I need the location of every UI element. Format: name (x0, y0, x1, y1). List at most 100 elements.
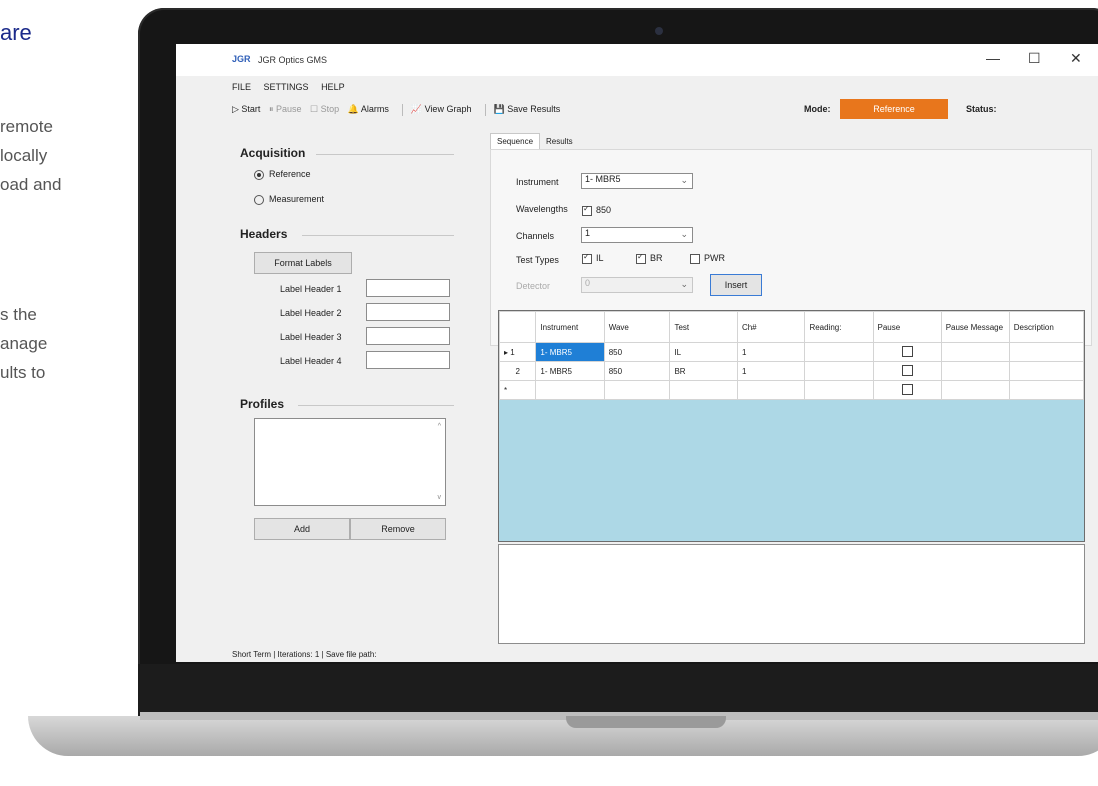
insert-button[interactable]: Insert (710, 274, 762, 296)
column-header[interactable]: Reading: (804, 311, 874, 343)
table-cell[interactable]: 1- MBR5 (535, 342, 605, 362)
table-cell[interactable] (872, 380, 942, 400)
row-header[interactable]: 2 (499, 361, 537, 381)
test-types-label: Test Types (516, 255, 559, 265)
instrument-select[interactable]: 1- MBR5 ⌄ (581, 173, 693, 189)
table-cell[interactable] (804, 380, 874, 400)
checkbox-checked-icon (636, 252, 646, 264)
mode-indicator: Reference (840, 99, 948, 119)
marketing-heading: are (0, 20, 32, 45)
column-header[interactable]: Pause (872, 311, 942, 343)
table-cell[interactable] (940, 361, 1010, 381)
radio-selected-icon (254, 169, 264, 180)
laptop-base (28, 716, 1098, 756)
marketing-line: s the (0, 305, 37, 324)
table-cell[interactable]: 1- MBR5 (535, 361, 605, 381)
maximize-button[interactable]: ☐ (1028, 50, 1041, 67)
app-logo-icon: JGR (232, 54, 251, 64)
pause-checkbox[interactable] (901, 364, 913, 376)
test-type-br-checkbox[interactable]: BR (636, 252, 663, 264)
radio-reference[interactable]: Reference (254, 169, 311, 180)
table-cell[interactable] (940, 342, 1010, 362)
table-cell[interactable] (804, 342, 874, 362)
table-cell[interactable]: 850 (603, 361, 671, 381)
channels-select[interactable]: 1 ⌄ (581, 227, 693, 243)
toolbar: ▷ Start ⏸ Pause ☐ Stop 🔔 Alarms 📈 View G… (232, 104, 566, 116)
remove-profile-button[interactable]: Remove (350, 518, 446, 540)
marketing-line: ults to (0, 363, 46, 382)
scroll-up-icon[interactable]: ^ (438, 423, 441, 430)
save-results-button[interactable]: 💾 Save Results (493, 104, 560, 115)
headers-title: Headers (240, 227, 288, 241)
menu-file[interactable]: FILE (232, 82, 251, 92)
table-cell[interactable] (1008, 361, 1084, 381)
divider (302, 235, 454, 236)
table-row[interactable]: 2 1- MBR5 850 BR 1 (499, 361, 1084, 381)
pause-checkbox[interactable] (901, 383, 913, 395)
column-header[interactable]: Test (669, 311, 738, 343)
table-cell[interactable] (669, 380, 738, 400)
tab-sequence[interactable]: Sequence (490, 133, 541, 149)
view-graph-label: View Graph (424, 104, 472, 115)
pause-button[interactable]: ⏸ Pause (269, 104, 302, 115)
view-graph-button[interactable]: 📈 View Graph (411, 104, 472, 115)
table-cell[interactable] (603, 380, 671, 400)
radio-measurement[interactable]: Measurement (254, 194, 324, 205)
output-log[interactable] (498, 544, 1085, 644)
label-header-4-input[interactable] (366, 351, 450, 369)
menu-help[interactable]: HELP (321, 82, 345, 92)
camera-icon (655, 27, 663, 35)
wavelength-850-checkbox[interactable]: 850 (582, 204, 612, 216)
table-cell[interactable] (872, 342, 942, 362)
close-button[interactable]: ✕ (1070, 50, 1082, 67)
scroll-down-icon[interactable]: v (438, 494, 442, 501)
status-label: Status: (966, 104, 997, 114)
label-header-3-input[interactable] (366, 327, 450, 345)
table-cell[interactable]: 1 (736, 342, 806, 362)
table-row[interactable]: ▸ 1 1- MBR5 850 IL 1 (499, 342, 1084, 362)
checkbox-label: PWR (704, 253, 725, 263)
checkbox-label: 850 (596, 205, 612, 215)
table-cell[interactable]: BR (669, 361, 738, 381)
row-header[interactable]: * (499, 380, 537, 400)
row-header[interactable]: ▸ 1 (499, 342, 537, 362)
table-row[interactable]: * (499, 380, 1084, 400)
table-cell[interactable] (1008, 342, 1084, 362)
profiles-list[interactable]: ^ v (254, 418, 446, 506)
table-cell[interactable] (940, 380, 1010, 400)
column-header[interactable]: Instrument (535, 311, 605, 343)
detector-select[interactable]: 0 ⌄ (581, 277, 693, 293)
column-header[interactable]: Pause Message (940, 311, 1010, 343)
table-cell[interactable] (1008, 380, 1084, 400)
label-header-3: Label Header 3 (280, 332, 342, 342)
pause-checkbox[interactable] (901, 345, 913, 357)
test-type-pwr-checkbox[interactable]: PWR (690, 253, 725, 264)
minimize-button[interactable]: — (986, 50, 1000, 66)
table-cell[interactable] (736, 380, 806, 400)
format-labels-button[interactable]: Format Labels (254, 252, 352, 274)
table-cell[interactable]: IL (669, 342, 738, 362)
table-cell[interactable] (804, 361, 874, 381)
table-cell[interactable] (872, 361, 942, 381)
test-type-il-checkbox[interactable]: IL (582, 252, 604, 264)
start-button[interactable]: ▷ Start (232, 104, 260, 115)
label-header-2-input[interactable] (366, 303, 450, 321)
add-profile-button[interactable]: Add (254, 518, 350, 540)
column-header[interactable]: Description (1008, 311, 1084, 343)
status-bar: Short Term | Iterations: 1 | Save file p… (232, 650, 377, 659)
tab-results[interactable]: Results (540, 134, 579, 149)
column-header[interactable]: Ch# (736, 311, 806, 343)
column-header[interactable]: Wave (603, 311, 671, 343)
alarms-button[interactable]: 🔔 Alarms (348, 104, 389, 115)
label-header-1-input[interactable] (366, 279, 450, 297)
table-cell[interactable]: 850 (603, 342, 671, 362)
stop-button[interactable]: ☐ Stop (310, 104, 339, 115)
table-cell[interactable] (535, 380, 605, 400)
mode-label: Mode: (804, 104, 831, 114)
menu-settings[interactable]: SETTINGS (264, 82, 309, 92)
table-cell[interactable]: 1 (736, 361, 806, 381)
checkbox-unchecked-icon (690, 253, 700, 264)
sequence-grid[interactable]: Instrument Wave Test Ch# Reading: Pause … (498, 310, 1085, 542)
detector-label: Detector (516, 281, 551, 291)
wavelengths-label: Wavelengths (516, 204, 568, 214)
